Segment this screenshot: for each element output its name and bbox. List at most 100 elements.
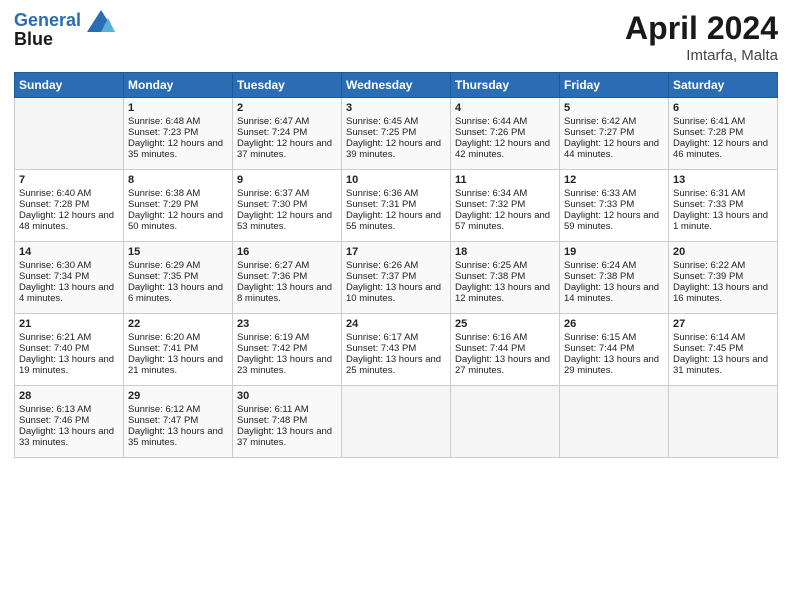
calendar-cell: 4Sunrise: 6:44 AMSunset: 7:26 PMDaylight… bbox=[451, 98, 560, 170]
sunset-text: Sunset: 7:26 PM bbox=[455, 127, 555, 138]
sunset-text: Sunset: 7:30 PM bbox=[237, 199, 337, 210]
col-monday: Monday bbox=[124, 73, 233, 98]
daylight-text: Daylight: 13 hours and 27 minutes. bbox=[455, 354, 555, 376]
day-number: 24 bbox=[346, 318, 446, 330]
sunset-text: Sunset: 7:23 PM bbox=[128, 127, 228, 138]
day-number: 21 bbox=[19, 318, 119, 330]
daylight-text: Daylight: 12 hours and 59 minutes. bbox=[564, 210, 664, 232]
sunset-text: Sunset: 7:29 PM bbox=[128, 199, 228, 210]
title-block: April 2024 Imtarfa, Malta bbox=[625, 10, 778, 64]
sunset-text: Sunset: 7:33 PM bbox=[564, 199, 664, 210]
calendar-cell: 6Sunrise: 6:41 AMSunset: 7:28 PMDaylight… bbox=[669, 98, 778, 170]
daylight-text: Daylight: 13 hours and 10 minutes. bbox=[346, 282, 446, 304]
sunset-text: Sunset: 7:28 PM bbox=[19, 199, 119, 210]
daylight-text: Daylight: 13 hours and 4 minutes. bbox=[19, 282, 119, 304]
calendar-cell bbox=[451, 386, 560, 458]
sunrise-text: Sunrise: 6:41 AM bbox=[673, 116, 773, 127]
calendar-cell: 14Sunrise: 6:30 AMSunset: 7:34 PMDayligh… bbox=[15, 242, 124, 314]
sunrise-text: Sunrise: 6:38 AM bbox=[128, 188, 228, 199]
day-number: 23 bbox=[237, 318, 337, 330]
sunset-text: Sunset: 7:39 PM bbox=[673, 271, 773, 282]
sunrise-text: Sunrise: 6:11 AM bbox=[237, 404, 337, 415]
calendar-cell: 5Sunrise: 6:42 AMSunset: 7:27 PMDaylight… bbox=[560, 98, 669, 170]
calendar-cell bbox=[15, 98, 124, 170]
day-number: 20 bbox=[673, 246, 773, 258]
daylight-text: Daylight: 13 hours and 23 minutes. bbox=[237, 354, 337, 376]
calendar-cell: 19Sunrise: 6:24 AMSunset: 7:38 PMDayligh… bbox=[560, 242, 669, 314]
sunrise-text: Sunrise: 6:36 AM bbox=[346, 188, 446, 199]
day-number: 27 bbox=[673, 318, 773, 330]
calendar-cell: 3Sunrise: 6:45 AMSunset: 7:25 PMDaylight… bbox=[342, 98, 451, 170]
sunset-text: Sunset: 7:40 PM bbox=[19, 343, 119, 354]
sunrise-text: Sunrise: 6:40 AM bbox=[19, 188, 119, 199]
day-number: 19 bbox=[564, 246, 664, 258]
calendar-cell: 13Sunrise: 6:31 AMSunset: 7:33 PMDayligh… bbox=[669, 170, 778, 242]
day-number: 3 bbox=[346, 102, 446, 114]
col-friday: Friday bbox=[560, 73, 669, 98]
daylight-text: Daylight: 12 hours and 57 minutes. bbox=[455, 210, 555, 232]
month-title: April 2024 bbox=[625, 10, 778, 47]
calendar-cell: 15Sunrise: 6:29 AMSunset: 7:35 PMDayligh… bbox=[124, 242, 233, 314]
calendar-cell: 21Sunrise: 6:21 AMSunset: 7:40 PMDayligh… bbox=[15, 314, 124, 386]
daylight-text: Daylight: 13 hours and 19 minutes. bbox=[19, 354, 119, 376]
sunset-text: Sunset: 7:45 PM bbox=[673, 343, 773, 354]
sunrise-text: Sunrise: 6:34 AM bbox=[455, 188, 555, 199]
calendar-cell: 16Sunrise: 6:27 AMSunset: 7:36 PMDayligh… bbox=[233, 242, 342, 314]
sunset-text: Sunset: 7:24 PM bbox=[237, 127, 337, 138]
sunrise-text: Sunrise: 6:45 AM bbox=[346, 116, 446, 127]
daylight-text: Daylight: 12 hours and 46 minutes. bbox=[673, 138, 773, 160]
sunrise-text: Sunrise: 6:30 AM bbox=[19, 260, 119, 271]
day-number: 2 bbox=[237, 102, 337, 114]
sunrise-text: Sunrise: 6:31 AM bbox=[673, 188, 773, 199]
day-number: 10 bbox=[346, 174, 446, 186]
daylight-text: Daylight: 12 hours and 48 minutes. bbox=[19, 210, 119, 232]
day-number: 25 bbox=[455, 318, 555, 330]
sunset-text: Sunset: 7:44 PM bbox=[455, 343, 555, 354]
calendar-cell: 27Sunrise: 6:14 AMSunset: 7:45 PMDayligh… bbox=[669, 314, 778, 386]
sunrise-text: Sunrise: 6:47 AM bbox=[237, 116, 337, 127]
daylight-text: Daylight: 13 hours and 37 minutes. bbox=[237, 426, 337, 448]
daylight-text: Daylight: 13 hours and 33 minutes. bbox=[19, 426, 119, 448]
col-thursday: Thursday bbox=[451, 73, 560, 98]
day-number: 6 bbox=[673, 102, 773, 114]
sunset-text: Sunset: 7:46 PM bbox=[19, 415, 119, 426]
calendar-cell: 29Sunrise: 6:12 AMSunset: 7:47 PMDayligh… bbox=[124, 386, 233, 458]
sunrise-text: Sunrise: 6:48 AM bbox=[128, 116, 228, 127]
sunset-text: Sunset: 7:38 PM bbox=[455, 271, 555, 282]
calendar-cell: 28Sunrise: 6:13 AMSunset: 7:46 PMDayligh… bbox=[15, 386, 124, 458]
calendar-cell: 2Sunrise: 6:47 AMSunset: 7:24 PMDaylight… bbox=[233, 98, 342, 170]
sunrise-text: Sunrise: 6:29 AM bbox=[128, 260, 228, 271]
sunrise-text: Sunrise: 6:15 AM bbox=[564, 332, 664, 343]
calendar-cell: 12 Sunrise: 6:33 AMSunset: 7:33 PMDayligh… bbox=[560, 170, 669, 242]
calendar-cell: 10Sunrise: 6:36 AMSunset: 7:31 PMDayligh… bbox=[342, 170, 451, 242]
col-wednesday: Wednesday bbox=[342, 73, 451, 98]
day-number: 16 bbox=[237, 246, 337, 258]
sunset-text: Sunset: 7:36 PM bbox=[237, 271, 337, 282]
calendar-week-row: 21Sunrise: 6:21 AMSunset: 7:40 PMDayligh… bbox=[15, 314, 778, 386]
daylight-text: Daylight: 13 hours and 35 minutes. bbox=[128, 426, 228, 448]
sunset-text: Sunset: 7:43 PM bbox=[346, 343, 446, 354]
calendar-table: Sunday Monday Tuesday Wednesday Thursday… bbox=[14, 72, 778, 458]
day-number: 9 bbox=[237, 174, 337, 186]
sunrise-text: Sunrise: 6:12 AM bbox=[128, 404, 228, 415]
daylight-text: Daylight: 12 hours and 50 minutes. bbox=[128, 210, 228, 232]
sunset-text: Sunset: 7:38 PM bbox=[564, 271, 664, 282]
sunset-text: Sunset: 7:44 PM bbox=[564, 343, 664, 354]
sunrise-text: Sunrise: 6:33 AM bbox=[564, 188, 664, 199]
sunrise-text: Sunrise: 6:27 AM bbox=[237, 260, 337, 271]
daylight-text: Daylight: 13 hours and 14 minutes. bbox=[564, 282, 664, 304]
calendar-cell: 1Sunrise: 6:48 AMSunset: 7:23 PMDaylight… bbox=[124, 98, 233, 170]
day-number: 12 bbox=[564, 174, 664, 186]
day-number: 28 bbox=[19, 390, 119, 402]
calendar-cell: 24Sunrise: 6:17 AMSunset: 7:43 PMDayligh… bbox=[342, 314, 451, 386]
calendar-cell: 30Sunrise: 6:11 AMSunset: 7:48 PMDayligh… bbox=[233, 386, 342, 458]
sunset-text: Sunset: 7:33 PM bbox=[673, 199, 773, 210]
calendar-cell: 8Sunrise: 6:38 AMSunset: 7:29 PMDaylight… bbox=[124, 170, 233, 242]
sunset-text: Sunset: 7:32 PM bbox=[455, 199, 555, 210]
sunset-text: Sunset: 7:41 PM bbox=[128, 343, 228, 354]
daylight-text: Daylight: 12 hours and 39 minutes. bbox=[346, 138, 446, 160]
calendar-week-row: 1Sunrise: 6:48 AMSunset: 7:23 PMDaylight… bbox=[15, 98, 778, 170]
sunrise-text: Sunrise: 6:22 AM bbox=[673, 260, 773, 271]
calendar-cell: 25Sunrise: 6:16 AMSunset: 7:44 PMDayligh… bbox=[451, 314, 560, 386]
sunset-text: Sunset: 7:34 PM bbox=[19, 271, 119, 282]
